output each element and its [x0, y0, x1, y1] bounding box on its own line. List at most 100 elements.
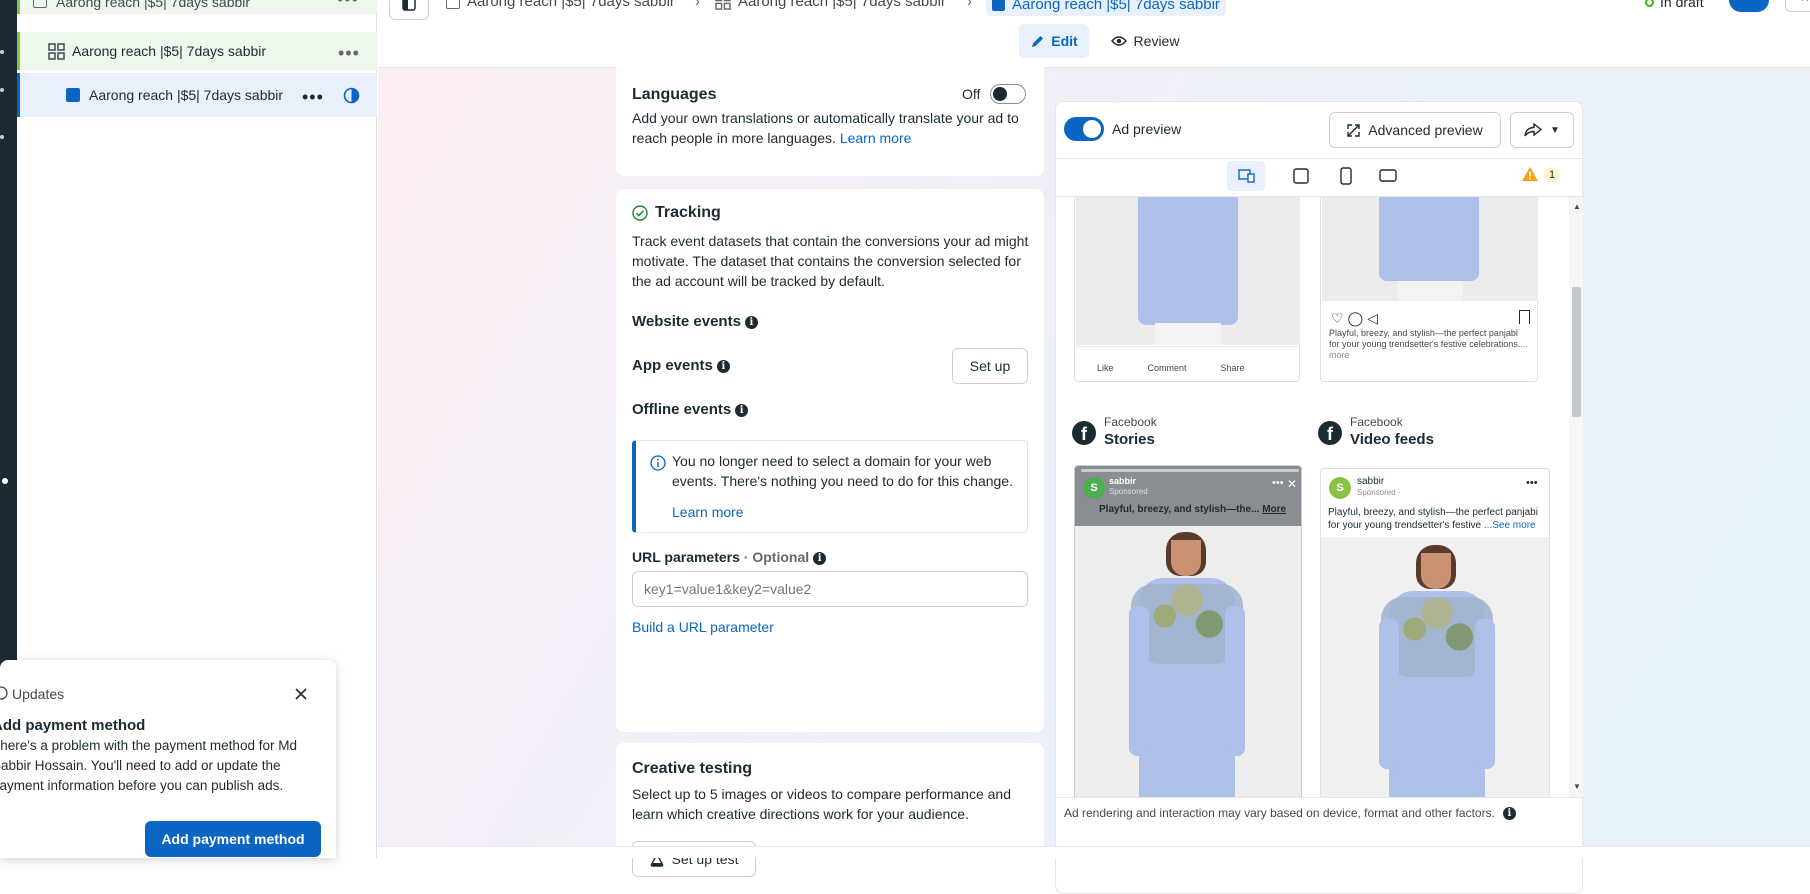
preview-scrollbar[interactable]: ▲ ▼: [1569, 197, 1583, 797]
tab-review-label: Review: [1134, 33, 1180, 49]
tracking-title: Tracking: [655, 204, 721, 222]
creative-testing-card: Creative testing Select up to 5 images o…: [616, 743, 1044, 893]
like-action[interactable]: Like: [1097, 363, 1114, 373]
share-dropdown-button[interactable]: ▼: [1510, 112, 1574, 148]
more-icon[interactable]: •••: [1272, 477, 1284, 489]
video-see-more-link[interactable]: ...See more: [1484, 520, 1536, 531]
tree-row-ad[interactable]: Aarong reach |$5| 7days sabbir •••: [17, 73, 377, 117]
notice-text: You no longer need to select a domain fo…: [672, 451, 1022, 491]
ig-action-icons: ♡◯◁: [1331, 310, 1382, 327]
ad-preview-label: Ad preview: [1112, 121, 1181, 137]
breadcrumb-ad[interactable]: Aarong reach |$5| 7days sabbir: [986, 0, 1226, 16]
video-caption: Playful, breezy, and stylish—the perfect…: [1328, 506, 1544, 532]
video-avatar: S: [1329, 477, 1351, 499]
ig-caption: Playful, breezy, and stylish—the perfect…: [1329, 328, 1529, 361]
info-icon[interactable]: i: [745, 316, 758, 329]
languages-card: Languages Off Add your own translations …: [616, 60, 1044, 176]
info-icon: [0, 686, 8, 700]
close-icon[interactable]: ✕: [1287, 477, 1297, 491]
draft-toggle[interactable]: [1729, 0, 1769, 12]
info-icon[interactable]: i: [717, 360, 730, 373]
advanced-preview-label: Advanced preview: [1368, 122, 1482, 138]
rail-icon[interactable]: [0, 50, 4, 54]
bookmark-icon[interactable]: [1519, 310, 1530, 324]
adset-icon: [48, 43, 65, 60]
ad-icon: [66, 88, 80, 102]
more-icon[interactable]: •••: [338, 48, 360, 58]
scroll-up-icon[interactable]: ▲: [1573, 202, 1581, 211]
tree-adset-label: Aarong reach |$5| 7days sabbir: [72, 43, 266, 59]
check-circle-icon: [632, 205, 648, 221]
rail-dot[interactable]: [2, 478, 8, 484]
share-action[interactable]: Share: [1221, 363, 1245, 373]
placements-scroll-area[interactable]: Like Comment Share ♡◯◁ Playful, breezy, …: [1056, 197, 1569, 797]
mobile-device-icon[interactable]: [1340, 167, 1352, 185]
rail-icon[interactable]: [0, 88, 4, 92]
chevron-right-icon: ›: [695, 0, 700, 10]
tree-ad-label: Aarong reach |$5| 7days sabbir: [89, 87, 283, 103]
fb-video-feeds-preview: S sabbir Sponsored · ••• Playful, breezy…: [1320, 468, 1550, 797]
tab-edit[interactable]: Edit: [1019, 24, 1089, 58]
ad-preview-toggle[interactable]: [1064, 117, 1104, 141]
info-icon[interactable]: i: [813, 552, 826, 565]
close-icon[interactable]: [294, 687, 308, 701]
breadcrumb-adset[interactable]: Aarong reach |$5| 7days sabbir: [715, 0, 946, 10]
device-all-button[interactable]: [1227, 161, 1265, 191]
website-events-text: Website events: [632, 313, 741, 330]
tab-edit-label: Edit: [1051, 33, 1077, 49]
app-events-setup-button[interactable]: Set up: [952, 348, 1028, 384]
more-icon[interactable]: •••: [302, 92, 324, 102]
scrollbar-thumb[interactable]: [1572, 287, 1581, 417]
updates-toast: Updates Add payment method There's a pro…: [0, 660, 336, 858]
tree-row-campaign[interactable]: Aarong reach |$5| 7days sabbir •••: [17, 0, 377, 14]
facebook-icon: f: [1072, 421, 1096, 445]
notice-learn-more-link[interactable]: Learn more: [672, 502, 744, 522]
eye-icon: [1111, 35, 1127, 47]
add-payment-method-button[interactable]: Add payment method: [145, 821, 321, 857]
story-caption: Playful, breezy, and stylish—the... More: [1099, 504, 1286, 515]
url-params-input[interactable]: [632, 571, 1028, 607]
status-label: In draft: [1660, 0, 1704, 10]
story-more-link[interactable]: More: [1262, 504, 1286, 515]
video-account: sabbir: [1357, 476, 1384, 487]
breadcrumb-campaign[interactable]: Aarong reach |$5| 7days sabbir: [446, 0, 675, 10]
scroll-down-icon[interactable]: ▼: [1573, 782, 1581, 791]
toast-header: Updates: [12, 686, 64, 702]
rail-icon[interactable]: [0, 135, 4, 139]
website-events-label: Website events i: [632, 313, 758, 330]
desktop-device-icon[interactable]: [1379, 169, 1397, 182]
story-avatar: S: [1083, 477, 1105, 499]
comment-action[interactable]: Comment: [1148, 363, 1187, 373]
chevron-down-icon: ▼: [1550, 125, 1560, 136]
more-icon[interactable]: •••: [1526, 477, 1538, 489]
advanced-preview-button[interactable]: Advanced preview: [1329, 112, 1501, 148]
more-icon[interactable]: •••: [337, 0, 359, 4]
toast-title: Add payment method: [0, 717, 145, 734]
languages-learn-more-link[interactable]: Learn more: [840, 130, 912, 146]
story-account: sabbir: [1109, 476, 1136, 486]
warning-icon[interactable]: [1521, 166, 1539, 182]
tree-campaign-label: Aarong reach |$5| 7days sabbir: [56, 0, 250, 10]
ig-caption-text: Playful, breezy, and stylish—the perfect…: [1329, 328, 1520, 349]
toast-body: There's a problem with the payment metho…: [0, 736, 316, 796]
offline-events-label: Offline eventsi: [632, 401, 748, 418]
contrast-icon[interactable]: [343, 87, 360, 104]
breadcrumb-adset-label: Aarong reach |$5| 7days sabbir: [738, 0, 946, 10]
build-url-param-link[interactable]: Build a URL parameter: [632, 617, 774, 637]
toggle-panel-button[interactable]: [389, 0, 429, 20]
preview-footer: Ad rendering and interaction may vary ba…: [1064, 806, 1516, 820]
top-bar: Aarong reach |$5| 7days sabbir › Aarong …: [377, 0, 1810, 68]
fb-feed-preview: Like Comment Share: [1074, 197, 1300, 382]
square-device-icon[interactable]: [1293, 168, 1309, 184]
tracking-description: Track event datasets that contain the co…: [632, 231, 1037, 291]
video-sponsored: Sponsored ·: [1357, 488, 1401, 497]
tree-row-adset[interactable]: Aarong reach |$5| 7days sabbir •••: [17, 32, 377, 70]
tab-review[interactable]: Review: [1103, 24, 1187, 58]
info-icon[interactable]: i: [1503, 807, 1516, 820]
languages-desc-text: Add your own translations or automatical…: [632, 110, 1019, 146]
preview-footer-text: Ad rendering and interaction may vary ba…: [1064, 806, 1495, 820]
more-icon[interactable]: ••: [1785, 0, 1810, 12]
info-icon[interactable]: i: [735, 404, 748, 417]
languages-toggle[interactable]: [990, 84, 1026, 104]
languages-description: Add your own translations or automatical…: [632, 108, 1032, 148]
